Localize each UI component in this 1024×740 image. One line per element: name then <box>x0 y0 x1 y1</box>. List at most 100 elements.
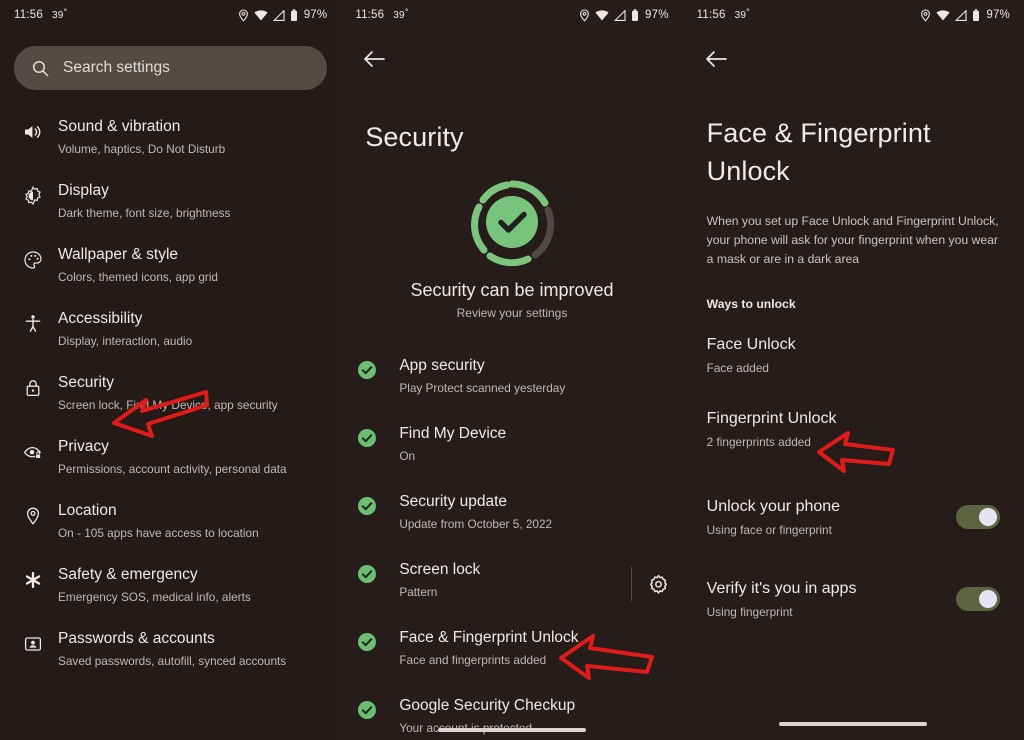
gear-icon[interactable] <box>648 574 669 595</box>
sidebar-item-title: Accessibility <box>58 310 143 327</box>
status-bar-right-group: 97% <box>579 8 669 22</box>
home-indicator-bar <box>779 722 928 726</box>
sidebar-item-subtitle: Display, interaction, audio <box>58 334 193 348</box>
option-subtitle: Face added <box>706 361 769 375</box>
security-item-security-update[interactable]: Security update Update from October 5, 2… <box>341 478 682 546</box>
battery-percent: 97% <box>303 9 328 21</box>
sidebar-item-text: Wallpaper & style Colors, themed icons, … <box>50 244 218 286</box>
status-bar-left-group: 11:56 39 <box>355 9 408 21</box>
option-subtitle: 2 fingerprints added <box>706 435 811 449</box>
option-subtitle: Using face or fingerprint <box>706 523 832 537</box>
brightness-icon <box>16 180 50 206</box>
check-circle-icon <box>357 695 387 725</box>
palette-icon <box>16 244 50 270</box>
option-subtitle: Using fingerprint <box>706 605 793 619</box>
status-bar-left: 11:56 39 97% <box>0 0 341 30</box>
sidebar-item-title: Safety & emergency <box>58 566 198 583</box>
row-divider <box>630 567 632 601</box>
security-item-text: Find My Device On <box>387 423 668 465</box>
security-item-title: Security update <box>399 493 508 510</box>
signal-icon <box>955 9 967 21</box>
sidebar-item-title: Wallpaper & style <box>58 246 179 263</box>
check-circle-icon <box>357 423 387 453</box>
toggle-knob <box>978 590 997 608</box>
status-bar-left-group: 11:56 39 <box>14 9 67 21</box>
sidebar-item-privacy[interactable]: Privacy Permissions, account activity, p… <box>0 426 341 490</box>
home-indicator <box>683 722 1024 726</box>
toggle-verify-its-you-in-apps[interactable] <box>955 587 1000 611</box>
sidebar-item-passwords-accounts[interactable]: Passwords & accounts Saved passwords, au… <box>0 618 341 682</box>
signal-icon <box>614 9 626 21</box>
sidebar-item-text: Location On - 105 apps have access to lo… <box>50 500 259 542</box>
sidebar-item-text: Display Dark theme, font size, brightnes… <box>50 180 230 222</box>
sidebar-item-text: Privacy Permissions, account activity, p… <box>50 436 287 478</box>
option-text: Fingerprint Unlock 2 fingerprints added <box>707 407 1000 451</box>
option-title: Unlock your phone <box>706 498 841 515</box>
back-button[interactable] <box>359 44 389 74</box>
sidebar-item-subtitle: Colors, themed icons, app grid <box>58 270 218 284</box>
option-text: Unlock your phone Using face or fingerpr… <box>707 495 956 539</box>
security-check-shield-icon <box>468 178 556 267</box>
status-bar-right-group: 97% <box>238 8 328 22</box>
security-item-text: App security Play Protect scanned yester… <box>387 355 668 397</box>
security-status-heading: Security can be improved <box>410 280 614 300</box>
back-button[interactable] <box>701 44 731 74</box>
option-face-unlock[interactable]: Face Unlock Face added <box>683 311 1024 377</box>
sidebar-item-title: Privacy <box>58 438 109 455</box>
sidebar-item-security[interactable]: Security Screen lock, Find My Device, ap… <box>0 362 341 426</box>
sidebar-item-title: Security <box>58 374 114 391</box>
sidebar-item-display[interactable]: Display Dark theme, font size, brightnes… <box>0 170 341 234</box>
security-item-subtitle: On <box>399 449 416 463</box>
option-unlock-your-phone[interactable]: Unlock your phone Using face or fingerpr… <box>683 451 1024 539</box>
security-item-subtitle: Face and fingerprints added <box>399 653 547 667</box>
security-status-hero: Security can be improved Review your set… <box>341 178 682 320</box>
temperature: 39 <box>393 10 408 21</box>
battery-icon <box>973 8 980 21</box>
battery-icon <box>290 8 297 21</box>
sidebar-item-safety-emergency[interactable]: Safety & emergency Emergency SOS, medica… <box>0 554 341 618</box>
option-verify-its-you-in-apps[interactable]: Verify it's you in apps Using fingerprin… <box>683 539 1024 621</box>
security-item-screen-lock[interactable]: Screen lock Pattern <box>341 546 682 614</box>
clock: 11:56 <box>355 9 385 21</box>
toggle-knob <box>978 508 997 526</box>
option-text: Verify it's you in apps Using fingerprin… <box>707 577 956 621</box>
toggle-unlock-your-phone[interactable] <box>955 505 1000 529</box>
clock: 11:56 <box>696 9 726 21</box>
sidebar-item-subtitle: Screen lock, Find My Device, app securit… <box>58 398 278 412</box>
battery-icon <box>632 8 639 21</box>
security-item-app-security[interactable]: App security Play Protect scanned yester… <box>341 342 682 410</box>
security-screen: 11:56 39 97% Security <box>341 0 683 740</box>
page-title: Security <box>365 122 464 152</box>
back-arrow-icon <box>364 51 386 67</box>
settings-home-screen: 11:56 39 97% Search settings Sound & <box>0 0 342 740</box>
location-pin-icon <box>921 8 931 22</box>
sidebar-item-subtitle: Emergency SOS, medical info, alerts <box>58 590 251 604</box>
sidebar-item-text: Safety & emergency Emergency SOS, medica… <box>50 564 251 606</box>
clock: 11:56 <box>14 9 43 21</box>
check-circle-icon <box>357 355 387 385</box>
wifi-icon <box>936 9 950 20</box>
search-input[interactable]: Search settings <box>14 46 328 90</box>
account-card-icon <box>16 628 50 654</box>
security-item-text: Security update Update from October 5, 2… <box>387 491 668 533</box>
sidebar-item-subtitle: On - 105 apps have access to location <box>58 526 259 540</box>
home-indicator <box>341 728 682 732</box>
sidebar-item-location[interactable]: Location On - 105 apps have access to lo… <box>0 490 341 554</box>
sidebar-item-title: Location <box>58 502 117 519</box>
location-pin-icon <box>238 8 248 22</box>
wifi-icon <box>254 9 268 20</box>
status-bar-mid: 11:56 39 97% <box>341 0 682 30</box>
security-item-title: App security <box>399 357 485 374</box>
sidebar-item-sound-vibration[interactable]: Sound & vibration Volume, haptics, Do No… <box>0 106 341 170</box>
sidebar-item-accessibility[interactable]: Accessibility Display, interaction, audi… <box>0 298 341 362</box>
option-fingerprint-unlock[interactable]: Fingerprint Unlock 2 fingerprints added <box>683 377 1024 451</box>
security-item-subtitle: Pattern <box>399 585 438 599</box>
security-item-face-fingerprint-unlock[interactable]: Face & Fingerprint Unlock Face and finge… <box>341 614 682 682</box>
security-item-subtitle: Update from October 5, 2022 <box>399 517 553 531</box>
sidebar-item-subtitle: Dark theme, font size, brightness <box>58 206 231 220</box>
sidebar-item-subtitle: Permissions, account activity, personal … <box>58 462 287 476</box>
sidebar-item-wallpaper-style[interactable]: Wallpaper & style Colors, themed icons, … <box>0 234 341 298</box>
check-circle-icon <box>357 559 387 589</box>
security-item-find-my-device[interactable]: Find My Device On <box>341 410 682 478</box>
option-title: Face Unlock <box>706 336 796 353</box>
